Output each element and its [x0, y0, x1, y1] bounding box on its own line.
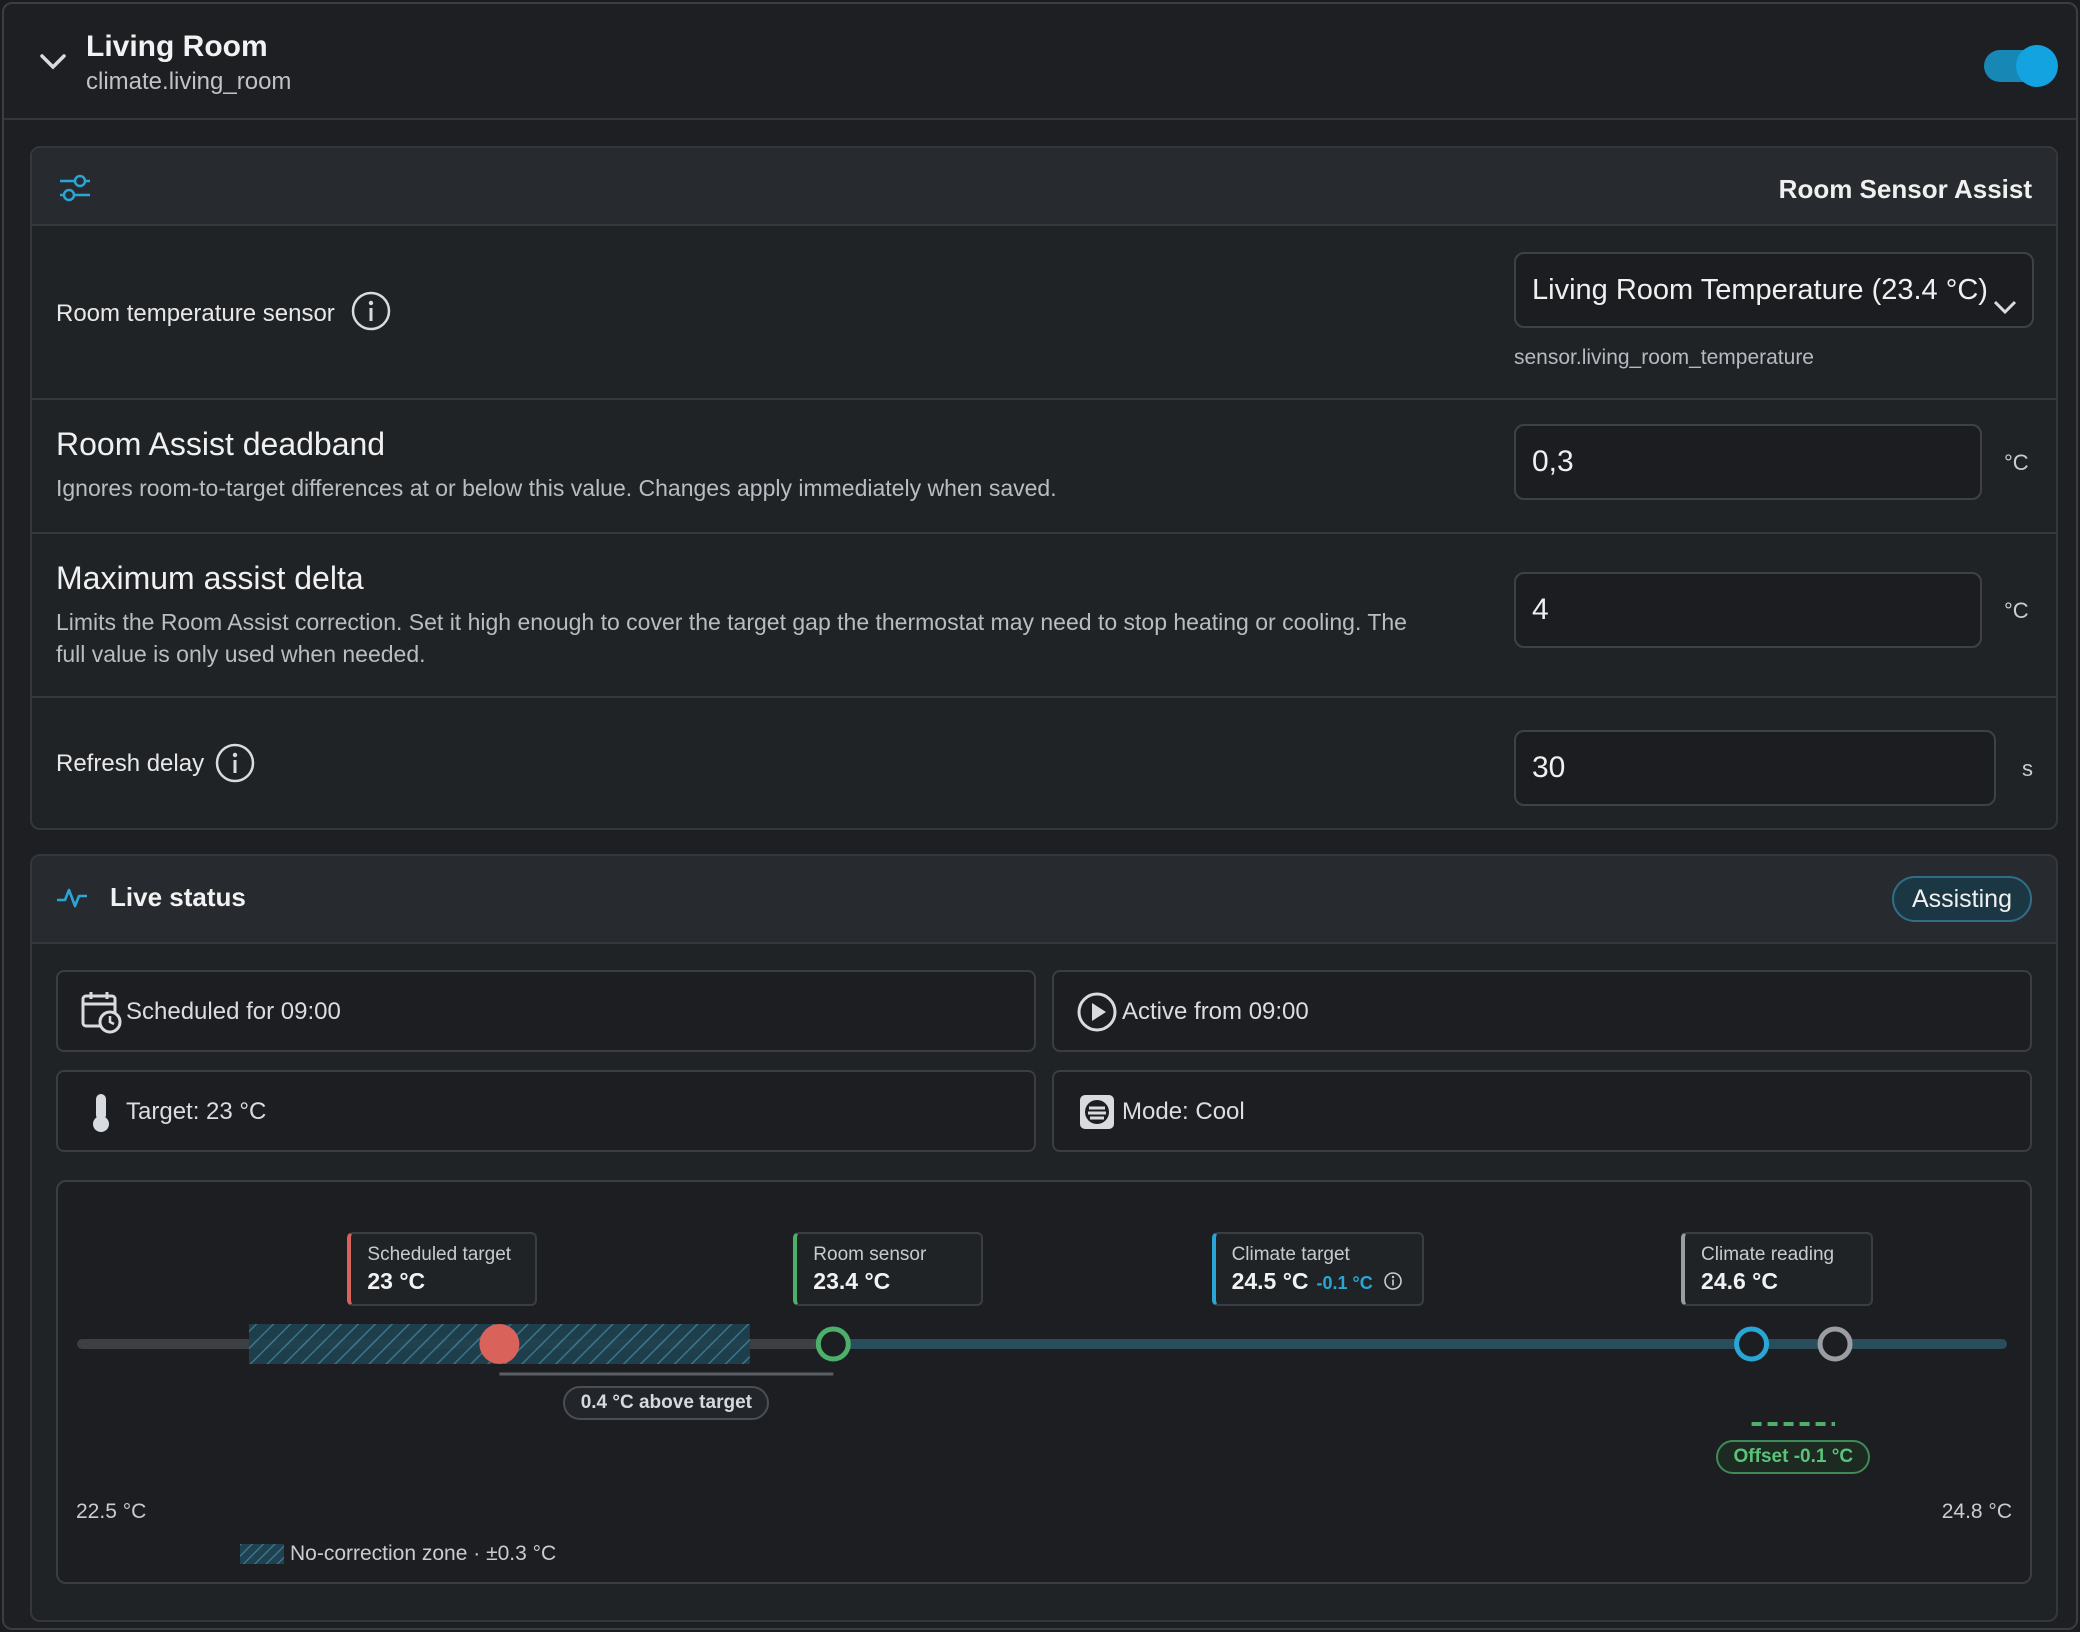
card-header: Room Sensor Assist [32, 148, 2056, 226]
active-tile: Active from 09:00 [1052, 970, 2032, 1052]
thermometer-icon [93, 1094, 109, 1132]
chevron-down-icon [1992, 298, 2018, 316]
sensor-helper: sensor.living_room_temperature [1514, 346, 1814, 369]
mode-tile: Mode: Cool [1052, 1070, 2032, 1152]
climate-target-value: 24.5 °C [1231, 1268, 1309, 1294]
legend-text: No-correction zone · ±0.3 °C [290, 1542, 557, 1565]
mode-icon [1080, 1095, 1114, 1129]
scheduled-target-dot [479, 1324, 520, 1364]
max-delta-label: Maximum assist delta [56, 560, 364, 596]
card-title: Room Sensor Assist [1778, 174, 2032, 204]
sensor-select[interactable]: Living Room Temperature (23.4 °C) [1514, 252, 2034, 328]
target-tile: Target: 23 °C [56, 1070, 1036, 1152]
info-icon[interactable] [214, 742, 256, 784]
mode-text: Mode: Cool [1122, 1098, 1245, 1125]
max-delta-description-line2: full value is only used when needed. [56, 641, 426, 667]
entity-header[interactable]: Living Room climate.living_room [4, 4, 2076, 120]
chevron-down-icon[interactable] [38, 50, 68, 74]
refresh-row: Refresh delay 30 s [32, 698, 2056, 828]
room-sensor-label: Room sensor [813, 1244, 927, 1265]
live-status-card: Live status Assisting Scheduled for 09:0… [30, 854, 2058, 1622]
toggle-knob [2016, 45, 2058, 87]
room-sensor-assist-card: Room Sensor Assist Room temperature sens… [30, 146, 2058, 830]
scale-min-label: 22.5 °C [76, 1500, 147, 1523]
refresh-label: Refresh delay [56, 750, 205, 777]
target-text: Target: 23 °C [126, 1098, 267, 1125]
room-sensor-marker: Room sensor 23.4 °C [793, 1232, 984, 1306]
deadband-unit: °C [2004, 450, 2029, 475]
deadband-row: Room Assist deadband Ignores room-to-tar… [32, 400, 2056, 534]
sensor-label: Room temperature sensor [56, 300, 335, 327]
max-delta-description-line1: Limits the Room Assist correction. Set i… [56, 609, 1407, 635]
refresh-input[interactable]: 30 [1514, 730, 1996, 806]
info-icon[interactable] [350, 290, 392, 332]
climate-reading-label: Climate reading [1701, 1244, 1835, 1265]
scheduled-target-marker: Scheduled target 23 °C [347, 1232, 538, 1306]
scale-max-label: 24.8 °C [1941, 1500, 2012, 1523]
calendar-clock-icon [81, 992, 122, 1034]
enable-toggle[interactable] [1984, 45, 2058, 87]
climate-reading-marker: Climate reading 24.6 °C [1681, 1232, 1874, 1306]
card-header: Live status Assisting [32, 856, 2056, 944]
entity-id: climate.living_room [86, 68, 292, 95]
climate-target-offset: -0.1 °C [1316, 1273, 1373, 1293]
climate-target-label: Climate target [1231, 1244, 1350, 1265]
status-badge: Assisting [1891, 876, 2032, 922]
offset-label: Offset -0.1 °C [1716, 1440, 1871, 1474]
deadband-description: Ignores room-to-target differences at or… [56, 475, 1057, 501]
sensor-row: Room temperature sensor Living Room Temp… [32, 228, 2056, 400]
max-delta-unit: °C [2004, 598, 2029, 623]
deadband-input[interactable]: 0,3 [1514, 424, 1982, 500]
entity-title: Living Room [86, 30, 268, 63]
temperature-visualization: Scheduled target 23 °C Room sensor 23.4 … [56, 1180, 2032, 1584]
pulse-icon [57, 888, 87, 908]
room-sensor-value: 23.4 °C [813, 1268, 891, 1294]
room-sensor-dot [815, 1326, 851, 1362]
sliders-icon [60, 174, 90, 202]
climate-reading-value: 24.6 °C [1701, 1268, 1778, 1294]
sensor-select-value: Living Room Temperature (23.4 °C) [1532, 273, 1988, 306]
max-delta-row: Maximum assist delta Limits the Room Ass… [32, 534, 2056, 698]
live-status-title: Live status [110, 882, 246, 912]
info-icon[interactable] [1383, 1271, 1403, 1291]
gap-label: 0.4 °C above target [563, 1386, 770, 1420]
play-circle-icon [1077, 992, 1117, 1032]
climate-panel: Living Room climate.living_room Room Sen… [2, 2, 2078, 1630]
schedule-tile: Scheduled for 09:00 [56, 970, 1036, 1052]
refresh-unit: s [2022, 756, 2033, 781]
climate-target-dot [1734, 1326, 1770, 1362]
climate-target-marker: Climate target 24.5 °C -0.1 °C [1211, 1232, 1424, 1306]
scheduled-target-value: 23 °C [367, 1268, 426, 1294]
scheduled-target-label: Scheduled target [367, 1244, 512, 1265]
climate-reading-dot [1817, 1326, 1853, 1362]
schedule-text: Scheduled for 09:00 [126, 998, 341, 1025]
deadband-label: Room Assist deadband [56, 426, 386, 462]
active-text: Active from 09:00 [1122, 998, 1309, 1025]
no-correction-swatch [240, 1544, 284, 1564]
climate-target-value-row: 24.5 °C -0.1 °C [1232, 1268, 1404, 1295]
max-delta-input[interactable]: 4 [1514, 572, 1982, 648]
